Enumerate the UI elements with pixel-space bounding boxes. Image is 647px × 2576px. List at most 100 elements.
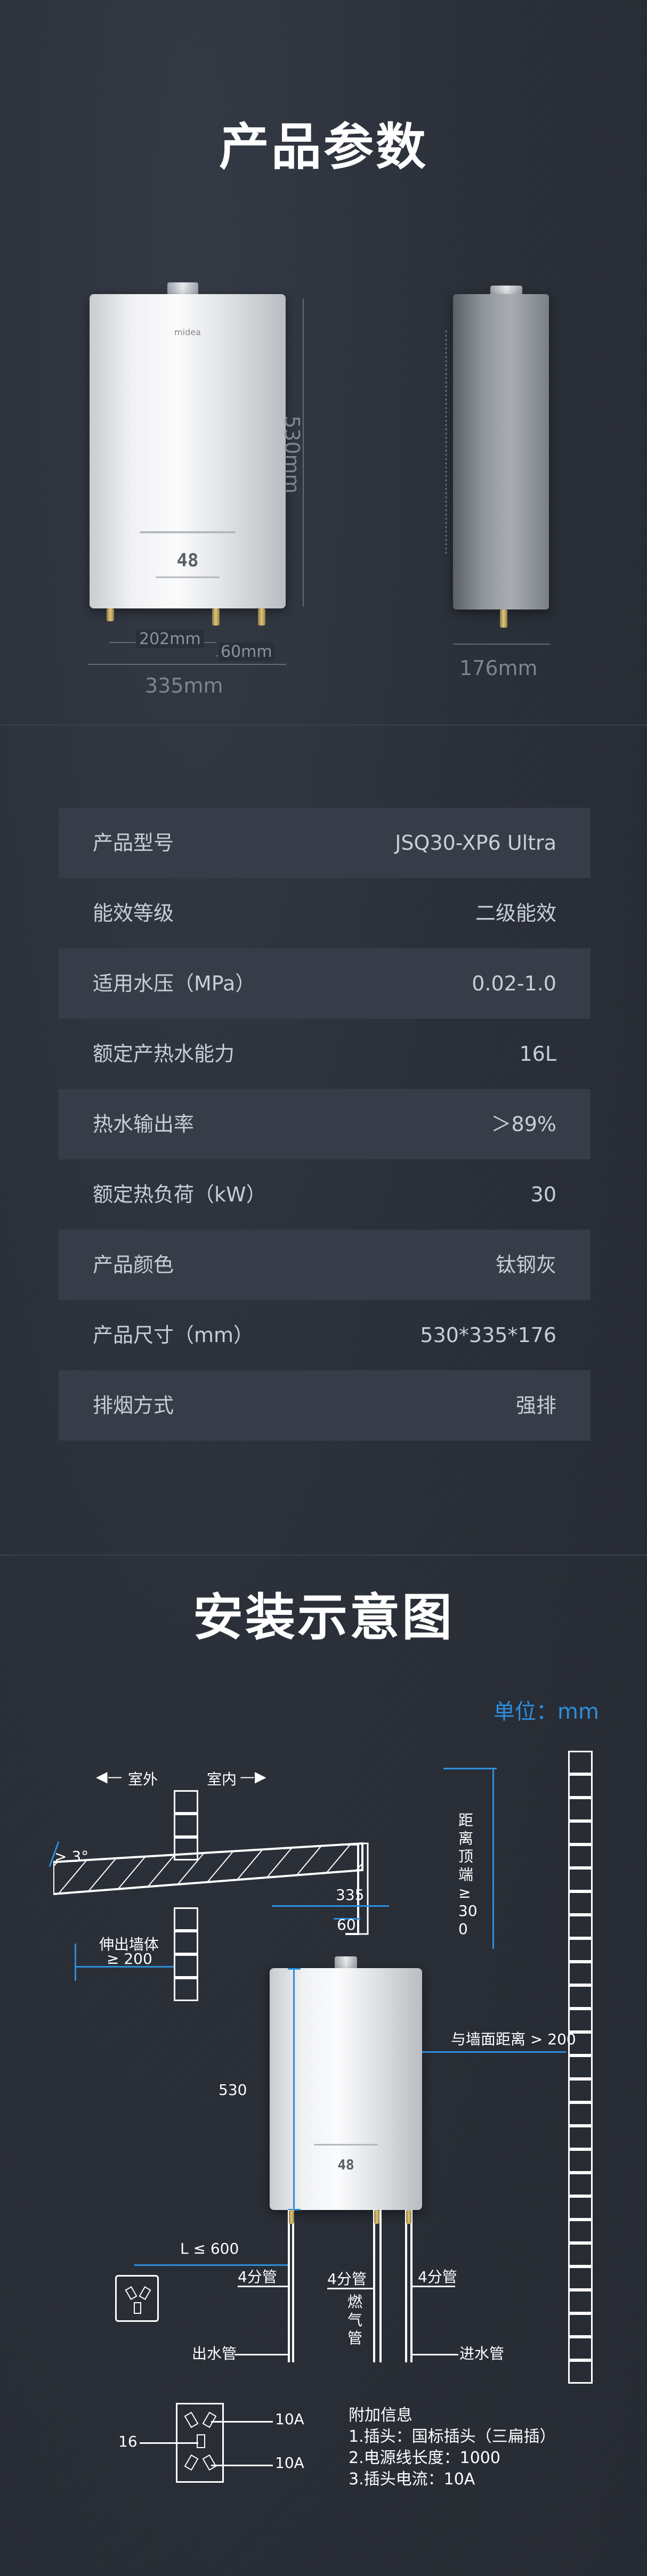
width-dimension-label: 335mm bbox=[145, 674, 223, 697]
inlet-leader bbox=[413, 2354, 458, 2355]
install-height-line bbox=[293, 1968, 295, 2210]
heater-side-body bbox=[453, 294, 549, 610]
extend-value: ≥ 200 bbox=[107, 1950, 152, 1968]
spec-value: 二级能效 bbox=[475, 901, 556, 925]
flue-pipe-diagram bbox=[53, 1842, 369, 1935]
side-pipe-stub bbox=[500, 610, 507, 628]
wall-brick bbox=[568, 2243, 593, 2266]
section-divider-1 bbox=[0, 725, 647, 726]
wall-brick bbox=[568, 2055, 593, 2079]
dim-530-label: 530 bbox=[219, 2081, 247, 2099]
ceiling-dimension-line bbox=[492, 1768, 494, 1949]
install-title: 安装示意图 bbox=[192, 1589, 454, 1647]
wall-distance-line bbox=[422, 2051, 566, 2053]
spec-value: 钛钢灰 bbox=[495, 1253, 556, 1277]
plug-10a-bottom-leader bbox=[211, 2465, 273, 2466]
plug-16-label: 16 bbox=[118, 2433, 138, 2450]
wall-brick bbox=[568, 2079, 593, 2102]
pipe-label-right: 4分管 bbox=[418, 2268, 457, 2286]
plug-pin-icon bbox=[184, 2411, 199, 2428]
depth-dimension-label: 176mm bbox=[459, 656, 538, 680]
gas-pipe-label: 燃气管 bbox=[347, 2293, 363, 2347]
extra-info-line-3: 3.插头电流：10A bbox=[349, 2470, 475, 2489]
pipe-label-middle-leader bbox=[327, 2288, 373, 2289]
wall-brick bbox=[568, 2149, 593, 2173]
wall-brick bbox=[568, 1844, 593, 1868]
spec-label: 热水输出率 bbox=[93, 1112, 195, 1136]
extend-line-left bbox=[75, 1944, 76, 1981]
wall-distance-label: 与墙面距离 > 200 bbox=[451, 2030, 576, 2048]
wall-brick bbox=[174, 1978, 198, 2001]
spec-value: ＞89% bbox=[491, 1112, 556, 1136]
outlet-pipe-line-2 bbox=[292, 2210, 294, 2362]
wall-brick bbox=[568, 2360, 593, 2384]
wall-brick bbox=[568, 1962, 593, 1985]
water-pipe-stub-1 bbox=[212, 608, 220, 625]
side-mount-bracket bbox=[445, 330, 458, 554]
spec-label: 排烟方式 bbox=[93, 1394, 174, 1417]
flue-offset-line bbox=[272, 1905, 389, 1907]
spec-value: 16L bbox=[519, 1042, 556, 1066]
control-strip bbox=[140, 531, 236, 533]
wall-brick bbox=[568, 1821, 593, 1844]
wall-brick bbox=[568, 2266, 593, 2290]
spec-row: 适用水压（MPa） 0.02-1.0 bbox=[59, 948, 591, 1019]
spec-value: 强排 bbox=[515, 1394, 556, 1417]
plug-10a-bottom-label: 10A bbox=[275, 2454, 304, 2472]
wall-brick bbox=[568, 2313, 593, 2337]
spec-row: 额定产热水能力 16L bbox=[59, 1019, 591, 1089]
wall-brick bbox=[568, 2102, 593, 2126]
spec-label: 产品颜色 bbox=[93, 1253, 174, 1277]
wall-brick bbox=[568, 1868, 593, 1891]
extra-info-line-1: 1.插头：国标插头（三扁插） bbox=[349, 2427, 556, 2446]
ceiling-line-top bbox=[443, 1768, 497, 1769]
wall-brick bbox=[568, 2337, 593, 2360]
install-control-strip bbox=[314, 2144, 378, 2146]
pipe-label-left: 4分管 bbox=[238, 2268, 277, 2286]
height-dimension-label: 530mm bbox=[280, 416, 304, 494]
spec-label: 能效等级 bbox=[93, 901, 174, 925]
wall-brick bbox=[568, 1985, 593, 2009]
wall-brick bbox=[568, 2220, 593, 2243]
spec-label: 产品尺寸（mm） bbox=[93, 1323, 254, 1347]
outlet-leader bbox=[234, 2354, 288, 2355]
water-pipe-stub-2 bbox=[258, 608, 265, 625]
socket-pin-icon bbox=[139, 2286, 151, 2301]
exhaust-collar bbox=[167, 282, 198, 295]
spec-value: JSQ30-XP6 Ultra bbox=[395, 831, 556, 855]
wall-brick bbox=[568, 2009, 593, 2032]
spec-row: 额定热负荷（kW） 30 bbox=[59, 1159, 591, 1230]
socket-distance-label: L ≤ 600 bbox=[180, 2240, 239, 2257]
wall-brick bbox=[568, 1915, 593, 1938]
plug-pin-icon bbox=[202, 2411, 217, 2428]
gas-pipe-stub bbox=[107, 608, 114, 621]
inlet-fitting bbox=[406, 2210, 411, 2224]
wall-brick bbox=[568, 1774, 593, 1798]
spec-label: 适用水压（MPa） bbox=[93, 972, 256, 995]
pipe-offset-label: 60mm bbox=[219, 643, 274, 661]
wall-brick bbox=[568, 1938, 593, 1962]
socket-pin-icon bbox=[125, 2286, 138, 2301]
pipe-label-left-leader bbox=[238, 2286, 288, 2287]
gas-pipe-line-2 bbox=[379, 2210, 382, 2362]
dim-60-label: 60 bbox=[337, 1916, 356, 1933]
spec-value: 0.02-1.0 bbox=[472, 972, 556, 995]
wall-brick bbox=[174, 1790, 198, 1814]
socket-pin-icon bbox=[134, 2302, 141, 2314]
heater-front-body: midea 48 bbox=[90, 294, 286, 608]
install-heater-body: 48 bbox=[270, 1968, 422, 2210]
extend-line bbox=[75, 1966, 174, 1968]
spec-row: 排烟方式 强排 bbox=[59, 1370, 591, 1441]
wall-socket-icon bbox=[115, 2275, 159, 2322]
gas-pipe-line bbox=[373, 2210, 375, 2362]
wall-brick bbox=[568, 1798, 593, 1821]
pipe-label-middle: 4分管 bbox=[327, 2270, 367, 2288]
wall-brick bbox=[568, 1751, 593, 1774]
gas-fitting bbox=[374, 2210, 379, 2224]
outlet-label: 出水管 bbox=[192, 2345, 237, 2362]
button-strip bbox=[156, 576, 220, 578]
plug-16-leader bbox=[140, 2442, 198, 2444]
inlet-pipe-line bbox=[405, 2210, 407, 2362]
plug-pin-icon bbox=[184, 2454, 199, 2471]
install-exhaust-collar bbox=[335, 1956, 357, 1969]
